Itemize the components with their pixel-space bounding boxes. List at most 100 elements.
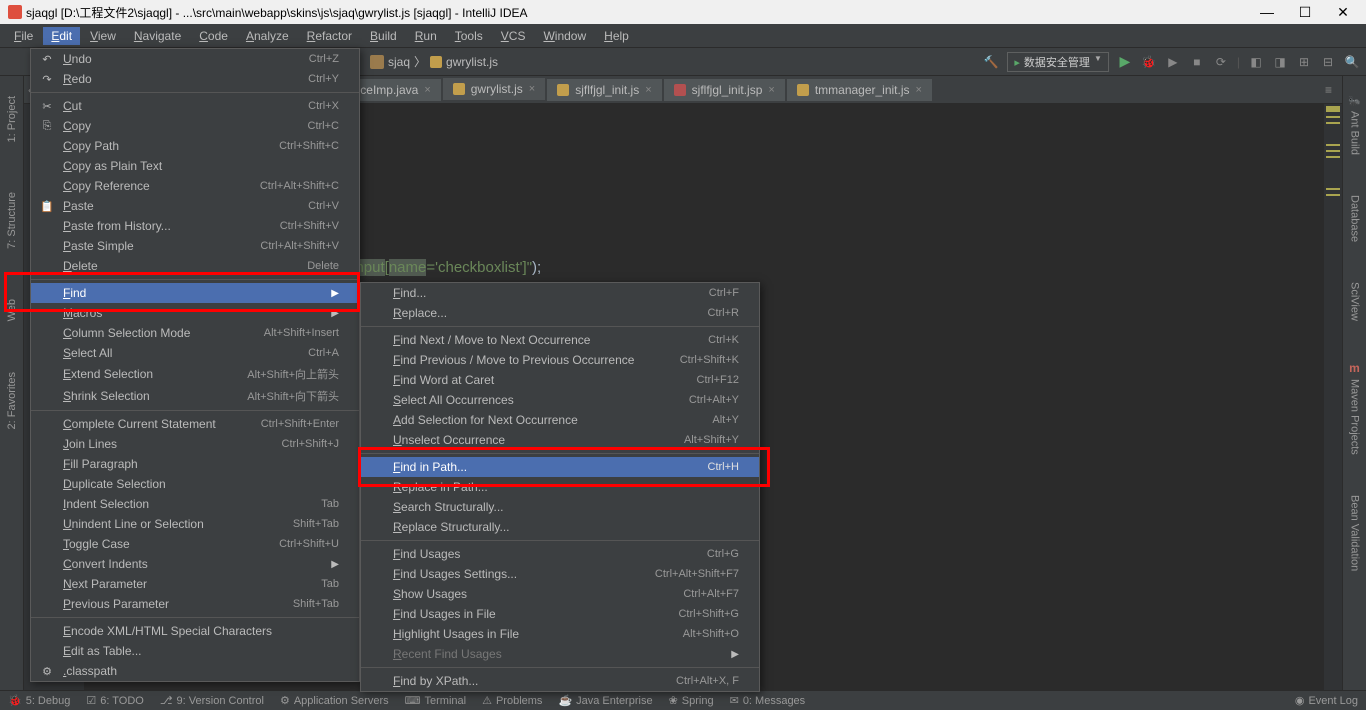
- edit-menu-next-parameter[interactable]: Next ParameterTab: [31, 574, 359, 594]
- status----todo[interactable]: ☑6: TODO: [86, 694, 143, 707]
- debug-icon[interactable]: 🐞: [1141, 54, 1157, 70]
- find-menu-replace---[interactable]: Replace...Ctrl+R: [361, 303, 759, 323]
- find-menu-find-in-path---[interactable]: Find in Path...Ctrl+H: [361, 457, 759, 477]
- find-menu-find-usages-settings---[interactable]: Find Usages Settings...Ctrl+Alt+Shift+F7: [361, 564, 759, 584]
- find-menu-select-all-occurrences[interactable]: Select All OccurrencesCtrl+Alt+Y: [361, 390, 759, 410]
- edit-menu-copy-reference[interactable]: Copy ReferenceCtrl+Alt+Shift+C: [31, 176, 359, 196]
- find-menu-find---[interactable]: Find...Ctrl+F: [361, 283, 759, 303]
- edit-menu-unindent-line-or-selection[interactable]: Unindent Line or SelectionShift+Tab: [31, 514, 359, 534]
- close-button[interactable]: ✕: [1328, 4, 1358, 21]
- find-menu-search-structurally---[interactable]: Search Structurally...: [361, 497, 759, 517]
- toolbar-action-5[interactable]: ⊟: [1320, 54, 1336, 70]
- menu-run[interactable]: Run: [407, 27, 445, 45]
- tab-sjflfjgl-init-jsp[interactable]: sjflfjgl_init.jsp×: [664, 79, 785, 101]
- edit-menu-copy-path[interactable]: Copy PathCtrl+Shift+C: [31, 136, 359, 156]
- menu-view[interactable]: View: [82, 27, 124, 45]
- edit-menu-paste-from-history---[interactable]: Paste from History...Ctrl+Shift+V: [31, 216, 359, 236]
- search-icon[interactable]: 🔍: [1344, 54, 1360, 70]
- menu-help[interactable]: Help: [596, 27, 637, 45]
- edit-menu-encode-xml-html-special-characters[interactable]: Encode XML/HTML Special Characters: [31, 621, 359, 641]
- edit-menu-indent-selection[interactable]: Indent SelectionTab: [31, 494, 359, 514]
- edit-menu-paste[interactable]: 📋PasteCtrl+V: [31, 196, 359, 216]
- edit-menu-find[interactable]: Find▶: [31, 283, 359, 303]
- left-tool-web[interactable]: Web: [6, 299, 18, 321]
- status-java-enterprise[interactable]: ☕Java Enterprise: [558, 694, 652, 707]
- edit-menu-copy[interactable]: ⎘CopyCtrl+C: [31, 116, 359, 136]
- tab-gwrylist-js[interactable]: gwrylist.js×: [443, 78, 545, 102]
- right-tool-bean-validation[interactable]: Bean Validation: [1349, 495, 1361, 571]
- edit-menu-select-all[interactable]: Select AllCtrl+A: [31, 343, 359, 363]
- find-menu-find-next---move-to-next-occurrence[interactable]: Find Next / Move to Next OccurrenceCtrl+…: [361, 330, 759, 350]
- tab-close-icon[interactable]: ×: [529, 83, 535, 95]
- edit-menu-shrink-selection[interactable]: Shrink SelectionAlt+Shift+向下箭头: [31, 385, 359, 407]
- find-menu-show-usages[interactable]: Show UsagesCtrl+Alt+F7: [361, 584, 759, 604]
- find-menu-find-by-xpath---[interactable]: Find by XPath...Ctrl+Alt+X, F: [361, 671, 759, 691]
- find-menu-recent-find-usages[interactable]: Recent Find Usages▶: [361, 644, 759, 664]
- tab-tmmanager-init-js[interactable]: tmmanager_init.js×: [787, 79, 932, 101]
- tab-sjflfjgl-init-js[interactable]: sjflfjgl_init.js×: [547, 79, 661, 101]
- edit-menu-previous-parameter[interactable]: Previous ParameterShift+Tab: [31, 594, 359, 614]
- menu-edit[interactable]: Edit: [43, 27, 80, 45]
- tab-close-icon[interactable]: ×: [768, 84, 774, 96]
- right-tool-sciview[interactable]: SciView: [1349, 282, 1361, 321]
- right-tool-database[interactable]: Database: [1349, 195, 1361, 242]
- edit-menu-macros[interactable]: Macros▶: [31, 303, 359, 323]
- minimize-button[interactable]: —: [1252, 4, 1282, 21]
- status----version-control[interactable]: ⎇9: Version Control: [160, 694, 264, 707]
- edit-menu-complete-current-statement[interactable]: Complete Current StatementCtrl+Shift+Ent…: [31, 414, 359, 434]
- edit-menu-cut[interactable]: ✂CutCtrl+X: [31, 96, 359, 116]
- toolbar-action-4[interactable]: ⊞: [1296, 54, 1312, 70]
- left-tool----favorites[interactable]: 2: Favorites: [6, 372, 18, 429]
- hammer-icon[interactable]: 🔨: [983, 54, 999, 70]
- tab-close-icon[interactable]: ×: [424, 84, 430, 96]
- menu-tools[interactable]: Tools: [447, 27, 491, 45]
- status-application-servers[interactable]: ⚙Application Servers: [280, 694, 389, 707]
- edit-menu-convert-indents[interactable]: Convert Indents▶: [31, 554, 359, 574]
- edit-menu-column-selection-mode[interactable]: Column Selection ModeAlt+Shift+Insert: [31, 323, 359, 343]
- edit-menu-delete[interactable]: DeleteDelete: [31, 256, 359, 276]
- left-tool----structure[interactable]: 7: Structure: [6, 192, 18, 249]
- find-menu-find-usages-in-file[interactable]: Find Usages in FileCtrl+Shift+G: [361, 604, 759, 624]
- edit-menu-join-lines[interactable]: Join LinesCtrl+Shift+J: [31, 434, 359, 454]
- run-icon[interactable]: ▶: [1117, 54, 1133, 70]
- edit-menu--classpath[interactable]: ⚙.classpath: [31, 661, 359, 681]
- toolbar-action-1[interactable]: ⟳: [1213, 54, 1229, 70]
- edit-menu-fill-paragraph[interactable]: Fill Paragraph: [31, 454, 359, 474]
- status----debug[interactable]: 🐞5: Debug: [8, 694, 70, 707]
- find-menu-replace-in-path---[interactable]: Replace in Path...: [361, 477, 759, 497]
- right-tool-ant-build[interactable]: Ant Build: [1348, 111, 1360, 155]
- tabs-overflow-icon[interactable]: ≡: [1319, 83, 1338, 97]
- edit-menu-paste-simple[interactable]: Paste SimpleCtrl+Alt+Shift+V: [31, 236, 359, 256]
- tab-close-icon[interactable]: ×: [645, 84, 651, 96]
- find-menu-find-word-at-caret[interactable]: Find Word at CaretCtrl+F12: [361, 370, 759, 390]
- minimap[interactable]: [1324, 104, 1342, 690]
- edit-menu-undo[interactable]: ↶UndoCtrl+Z: [31, 49, 359, 69]
- find-menu-find-previous---move-to-previous-occurrence[interactable]: Find Previous / Move to Previous Occurre…: [361, 350, 759, 370]
- status----messages[interactable]: ✉0: Messages: [730, 694, 806, 707]
- find-menu-unselect-occurrence[interactable]: Unselect OccurrenceAlt+Shift+Y: [361, 430, 759, 450]
- coverage-icon[interactable]: ▶: [1165, 54, 1181, 70]
- edit-menu-duplicate-selection[interactable]: Duplicate Selection: [31, 474, 359, 494]
- tab-close-icon[interactable]: ×: [916, 84, 922, 96]
- menu-navigate[interactable]: Navigate: [126, 27, 189, 45]
- run-config-dropdown[interactable]: ▸数据安全管理▼: [1007, 52, 1109, 72]
- find-menu-highlight-usages-in-file[interactable]: Highlight Usages in FileAlt+Shift+O: [361, 624, 759, 644]
- find-menu-replace-structurally---[interactable]: Replace Structurally...: [361, 517, 759, 537]
- edit-menu-edit-as-table---[interactable]: Edit as Table...: [31, 641, 359, 661]
- menu-analyze[interactable]: Analyze: [238, 27, 297, 45]
- menu-build[interactable]: Build: [362, 27, 405, 45]
- stop-icon[interactable]: ■: [1189, 54, 1205, 70]
- edit-menu-extend-selection[interactable]: Extend SelectionAlt+Shift+向上箭头: [31, 363, 359, 385]
- status-spring[interactable]: ❀Spring: [669, 694, 714, 707]
- status-event-log[interactable]: ◉Event Log: [1295, 694, 1358, 707]
- find-menu-find-usages[interactable]: Find UsagesCtrl+G: [361, 544, 759, 564]
- left-tool----project[interactable]: 1: Project: [6, 96, 18, 142]
- menu-window[interactable]: Window: [535, 27, 594, 45]
- find-menu-add-selection-for-next-occurrence[interactable]: Add Selection for Next OccurrenceAlt+Y: [361, 410, 759, 430]
- edit-menu-toggle-case[interactable]: Toggle CaseCtrl+Shift+U: [31, 534, 359, 554]
- status-problems[interactable]: ⚠Problems: [482, 694, 542, 707]
- right-tool-maven-projects[interactable]: Maven Projects: [1349, 379, 1361, 455]
- menu-code[interactable]: Code: [191, 27, 236, 45]
- maximize-button[interactable]: ☐: [1290, 4, 1320, 21]
- menu-vcs[interactable]: VCS: [493, 27, 534, 45]
